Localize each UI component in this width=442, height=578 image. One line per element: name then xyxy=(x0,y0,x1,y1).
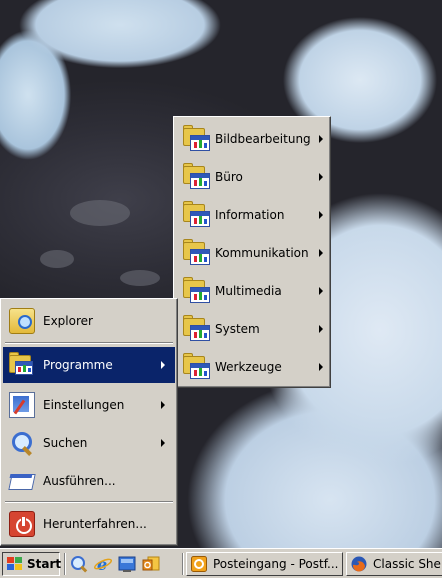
program-group-icon xyxy=(181,200,213,230)
chevron-right-icon xyxy=(319,249,323,257)
submenu-item-system[interactable]: System xyxy=(177,311,327,347)
chevron-right-icon xyxy=(319,211,323,219)
program-group-icon xyxy=(181,124,213,154)
chevron-right-icon xyxy=(161,401,165,409)
chevron-right-icon xyxy=(319,363,323,371)
start-menu-item-label: Suchen xyxy=(43,436,88,450)
program-group-icon xyxy=(181,314,213,344)
wallpaper-rock xyxy=(120,270,160,286)
submenu-item-label: Bildbearbeitung xyxy=(215,132,311,146)
program-group-icon xyxy=(181,276,213,306)
start-menu-item-label: Herunterfahren... xyxy=(43,517,147,531)
submenu-item-buero[interactable]: Büro xyxy=(177,159,327,195)
submenu-item-label: Büro xyxy=(215,170,243,184)
chevron-right-icon xyxy=(319,173,323,181)
quicklaunch-separator xyxy=(64,553,66,575)
submenu-item-kommunikation[interactable]: Kommunikation xyxy=(177,235,327,271)
start-menu: Explorer Programme Einstellungen Suchen … xyxy=(0,298,178,546)
search-icon xyxy=(9,430,35,456)
start-menu-item-explorer[interactable]: Explorer xyxy=(3,303,175,339)
task-button-mail[interactable]: Posteingang - Postf... xyxy=(186,552,343,576)
windows-logo-icon xyxy=(7,557,23,571)
explorer-icon xyxy=(9,308,35,334)
chevron-right-icon xyxy=(161,361,165,369)
start-menu-item-run[interactable]: Ausführen... xyxy=(3,463,175,499)
wallpaper-rock xyxy=(70,200,130,226)
firefox-icon xyxy=(351,556,367,572)
show-desktop-icon[interactable] xyxy=(118,555,136,573)
taskbar: Start e Posteingang - Postf... Classic S… xyxy=(0,548,442,578)
outlook-icon[interactable] xyxy=(142,555,160,573)
submenu-item-werkzeuge[interactable]: Werkzeuge xyxy=(177,349,327,385)
explorer-quicklaunch-icon[interactable] xyxy=(70,555,88,573)
run-icon xyxy=(9,468,35,494)
task-button-label: Classic She xyxy=(373,557,441,571)
wallpaper-rock xyxy=(40,250,74,268)
program-group-icon xyxy=(181,352,213,382)
internet-explorer-icon[interactable]: e xyxy=(93,555,113,574)
mail-icon xyxy=(191,556,207,572)
start-menu-item-label: Programme xyxy=(43,358,113,372)
chevron-right-icon xyxy=(319,135,323,143)
programs-icon xyxy=(9,352,35,378)
start-button[interactable]: Start xyxy=(2,552,62,576)
start-menu-item-settings[interactable]: Einstellungen xyxy=(3,387,175,423)
submenu-item-label: Information xyxy=(215,208,285,222)
settings-icon xyxy=(9,392,35,418)
quicklaunch-separator xyxy=(182,553,184,575)
start-menu-item-shutdown[interactable]: Herunterfahren... xyxy=(3,506,175,542)
program-group-icon xyxy=(181,162,213,192)
submenu-item-label: Multimedia xyxy=(215,284,282,298)
start-menu-item-label: Einstellungen xyxy=(43,398,125,412)
program-group-icon xyxy=(181,238,213,268)
submenu-item-information[interactable]: Information xyxy=(177,197,327,233)
menu-separator xyxy=(5,342,173,344)
menu-separator xyxy=(5,501,173,503)
programs-submenu: Bildbearbeitung Büro Information Kommuni… xyxy=(173,116,331,388)
chevron-right-icon xyxy=(319,287,323,295)
task-button-classic-shell[interactable]: Classic She xyxy=(346,552,442,576)
submenu-item-label: Kommunikation xyxy=(215,246,309,260)
submenu-item-label: Werkzeuge xyxy=(215,360,282,374)
submenu-item-label: System xyxy=(215,322,260,336)
svg-text:e: e xyxy=(97,555,107,573)
chevron-right-icon xyxy=(161,439,165,447)
chevron-right-icon xyxy=(319,325,323,333)
start-button-label: Start xyxy=(27,557,62,571)
submenu-item-bildbearbeitung[interactable]: Bildbearbeitung xyxy=(177,121,327,157)
start-menu-item-label: Ausführen... xyxy=(43,474,116,488)
shutdown-icon xyxy=(9,511,35,537)
submenu-item-multimedia[interactable]: Multimedia xyxy=(177,273,327,309)
task-button-label: Posteingang - Postf... xyxy=(213,557,339,571)
start-menu-item-programs[interactable]: Programme xyxy=(3,347,175,383)
start-menu-item-label: Explorer xyxy=(43,314,93,328)
start-menu-item-search[interactable]: Suchen xyxy=(3,425,175,461)
